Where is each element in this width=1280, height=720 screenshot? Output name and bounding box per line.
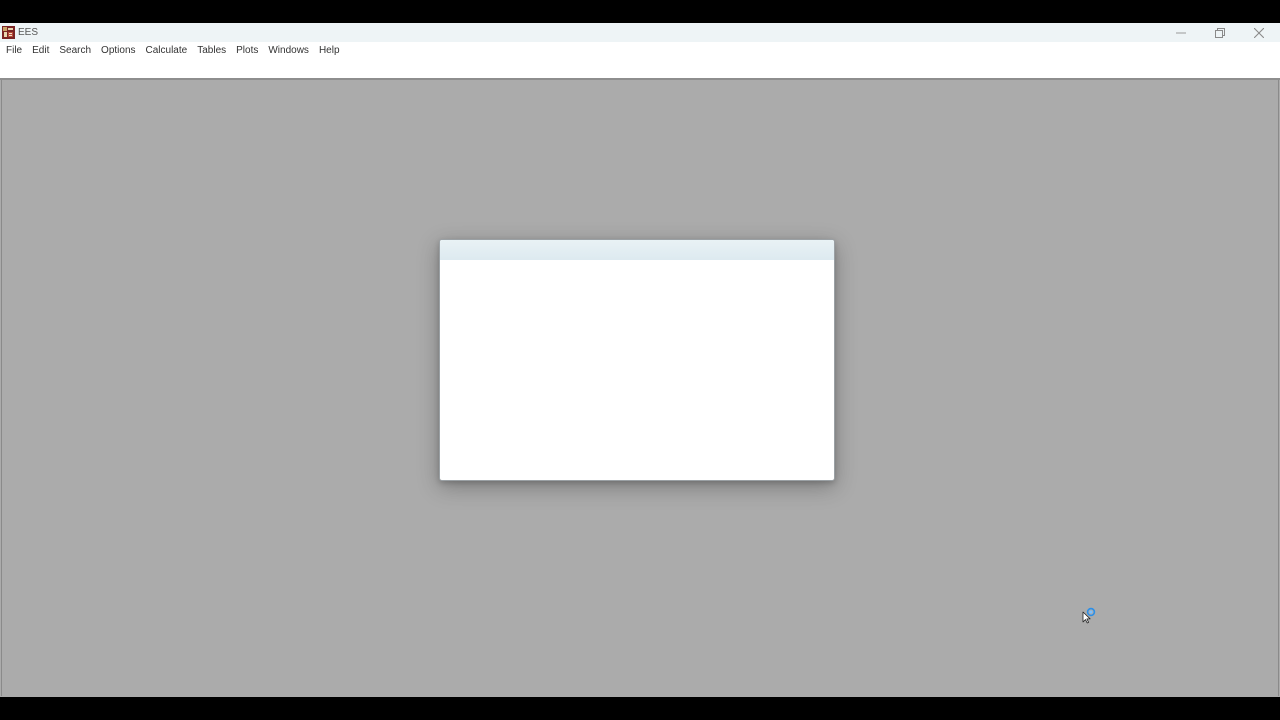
- menu-edit[interactable]: Edit: [27, 42, 54, 60]
- menu-search[interactable]: Search: [54, 42, 96, 60]
- splash-dialog: [439, 239, 835, 481]
- close-button[interactable]: [1240, 23, 1278, 42]
- menu-windows[interactable]: Windows: [263, 42, 314, 60]
- screen: EES File Edit Search Options Calculate T…: [0, 0, 1280, 720]
- menu-help[interactable]: Help: [314, 42, 345, 60]
- menu-options[interactable]: Options: [96, 42, 140, 60]
- minimize-icon: [1176, 28, 1186, 38]
- restore-icon: [1215, 27, 1225, 38]
- window-title: EES: [18, 27, 39, 38]
- title-bar[interactable]: EES: [0, 23, 1280, 42]
- menu-calculate[interactable]: Calculate: [141, 42, 193, 60]
- ees-app-icon[interactable]: [2, 26, 15, 39]
- menu-plots[interactable]: Plots: [231, 42, 263, 60]
- close-icon: [1254, 27, 1264, 38]
- menu-bar: File Edit Search Options Calculate Table…: [0, 42, 1280, 60]
- minimize-button[interactable]: [1162, 23, 1200, 42]
- menu-file[interactable]: File: [0, 42, 27, 60]
- splash-dialog-header: [440, 240, 834, 260]
- toolbar-area: [0, 60, 1280, 80]
- maximize-button[interactable]: [1201, 23, 1239, 42]
- busy-pointer-icon: [1080, 607, 1100, 627]
- menu-tables[interactable]: Tables: [192, 42, 231, 60]
